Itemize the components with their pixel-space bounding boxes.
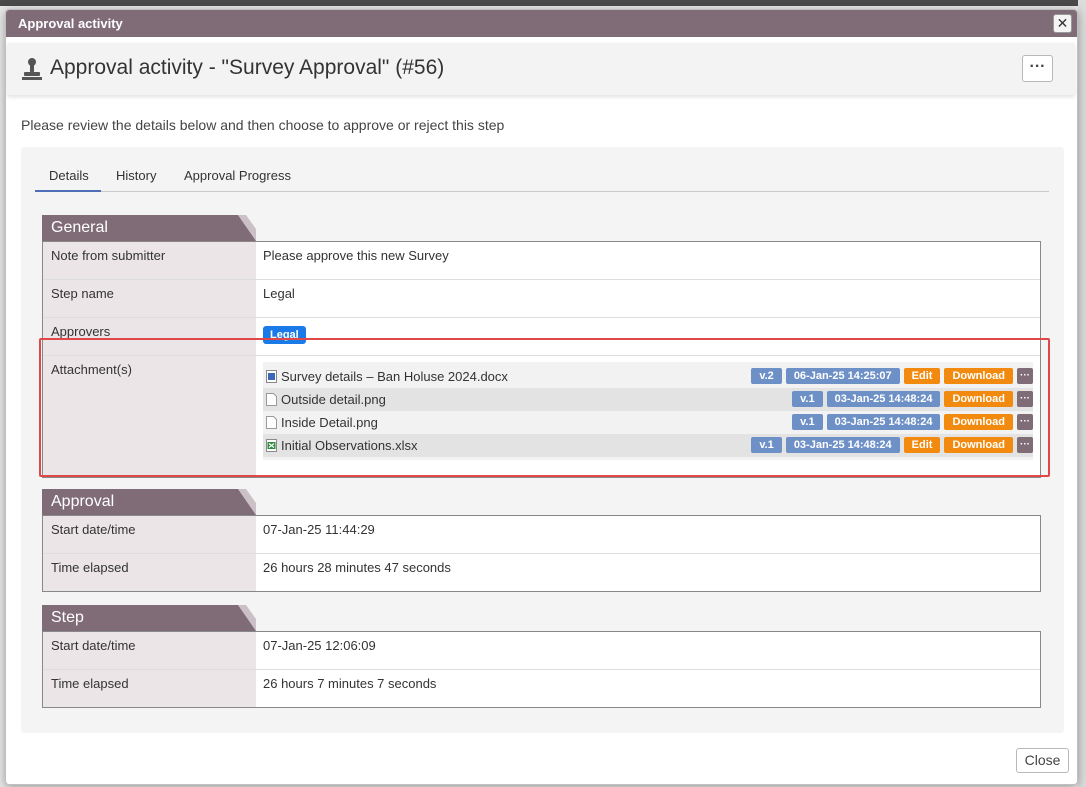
attachment-item: Survey details – Ban Holuse 2024.docx v.…	[263, 365, 1033, 388]
approval-elapsed-label: Time elapsed	[43, 554, 256, 591]
note-value: Please approve this new Survey	[263, 248, 449, 263]
word-doc-icon	[266, 370, 277, 383]
backdrop-top-strip	[0, 0, 1086, 6]
attachment-list: Survey details – Ban Holuse 2024.docx v.…	[263, 362, 1033, 460]
version-badge: v.1	[792, 414, 823, 430]
attachment-item: Outside detail.png v.1 03-Jan-25 14:48:2…	[263, 388, 1033, 411]
step-section: Step Start date/time 07-Jan-25 12:06:09 …	[42, 605, 1041, 708]
attachments-row: Attachment(s) Survey details – Ban Holus…	[43, 356, 1040, 477]
edit-button[interactable]: Edit	[903, 437, 941, 453]
download-button[interactable]: Download	[944, 414, 1013, 430]
attachments-label: Attachment(s)	[43, 356, 256, 477]
general-section-body: Note from submitter Please approve this …	[42, 241, 1041, 478]
version-badge: v.1	[751, 437, 782, 453]
dialog-titlebar: Approval activity ✕	[6, 10, 1077, 37]
attachment-actions: v.1 03-Jan-25 14:48:24 Download ···	[792, 414, 1033, 430]
close-button[interactable]: Close	[1016, 748, 1069, 773]
approvers-value: Legal	[256, 318, 1040, 355]
approver-badge[interactable]: Legal	[263, 326, 306, 344]
attachment-item: Inside Detail.png v.1 03-Jan-25 14:48:24…	[263, 411, 1033, 434]
attachment-name[interactable]: Outside detail.png	[281, 392, 386, 407]
details-panel: Details History Approval Progress Genera…	[21, 147, 1064, 733]
step-name-row: Step name Legal	[43, 280, 1040, 318]
step-elapsed-row: Time elapsed 26 hours 7 minutes 7 second…	[43, 670, 1040, 707]
date-badge: 03-Jan-25 14:48:24	[785, 437, 900, 453]
note-label: Note from submitter	[43, 242, 256, 279]
version-badge: v.2	[751, 368, 782, 384]
download-button[interactable]: Download	[944, 368, 1013, 384]
tab-bar: Details History Approval Progress	[35, 165, 1049, 192]
general-section: General Note from submitter Please appro…	[42, 215, 1041, 478]
version-badge: v.1	[792, 391, 823, 407]
dialog-window-title: Approval activity	[18, 16, 123, 31]
step-name-label: Step name	[43, 280, 256, 317]
download-button[interactable]: Download	[944, 391, 1013, 407]
general-section-title: General	[42, 215, 232, 241]
attachment-name[interactable]: Inside Detail.png	[281, 415, 378, 430]
step-section-body: Start date/time 07-Jan-25 12:06:09 Time …	[42, 631, 1041, 708]
more-icon[interactable]: ···	[1017, 437, 1033, 453]
stamp-icon	[22, 58, 42, 80]
approval-section-header: Approval	[42, 489, 1041, 515]
edit-button[interactable]: Edit	[903, 368, 941, 384]
file-icon	[266, 393, 277, 406]
section-tab-flap	[232, 489, 256, 515]
attachment-actions: v.2 06-Jan-25 14:25:07 Edit Download ···	[751, 368, 1033, 384]
approval-dialog: Approval activity ✕ Approval activity - …	[5, 9, 1078, 785]
section-tab-flap	[232, 605, 256, 631]
close-icon[interactable]: ✕	[1053, 14, 1072, 33]
step-elapsed-label: Time elapsed	[43, 670, 256, 707]
approval-elapsed-row: Time elapsed 26 hours 28 minutes 47 seco…	[43, 554, 1040, 591]
dialog-header: Approval activity - "Survey Approval" (#…	[7, 43, 1075, 95]
approval-start-row: Start date/time 07-Jan-25 11:44:29	[43, 516, 1040, 554]
note-row: Note from submitter Please approve this …	[43, 242, 1040, 280]
approval-elapsed-value: 26 hours 28 minutes 47 seconds	[263, 560, 451, 575]
approval-section-title: Approval	[42, 489, 232, 515]
attachment-name[interactable]: Initial Observations.xlsx	[281, 438, 418, 453]
step-start-value: 07-Jan-25 12:06:09	[263, 638, 376, 653]
step-section-title: Step	[42, 605, 232, 631]
excel-icon	[266, 439, 277, 452]
date-badge: 03-Jan-25 14:48:24	[826, 414, 941, 430]
more-icon[interactable]: ···	[1017, 414, 1033, 430]
step-start-row: Start date/time 07-Jan-25 12:06:09	[43, 632, 1040, 670]
step-section-header: Step	[42, 605, 1041, 631]
approval-section: Approval Start date/time 07-Jan-25 11:44…	[42, 489, 1041, 592]
tab-approval-progress[interactable]: Approval Progress	[184, 165, 291, 192]
tab-history[interactable]: History	[116, 165, 156, 192]
step-start-label: Start date/time	[43, 632, 256, 669]
backdrop-right-strip	[1078, 0, 1086, 787]
intro-text: Please review the details below and then…	[21, 117, 505, 133]
more-options-button[interactable]: ···	[1022, 55, 1053, 82]
step-elapsed-value: 26 hours 7 minutes 7 seconds	[263, 676, 437, 691]
attachment-item: Initial Observations.xlsx v.1 03-Jan-25 …	[263, 434, 1033, 457]
attachments-value: Survey details – Ban Holuse 2024.docx v.…	[256, 356, 1040, 477]
general-section-header: General	[42, 215, 1041, 241]
page-title: Approval activity - "Survey Approval" (#…	[50, 56, 445, 79]
attachment-actions: v.1 03-Jan-25 14:48:24 Download ···	[792, 391, 1033, 407]
section-tab-flap	[232, 215, 256, 241]
more-icon[interactable]: ···	[1017, 391, 1033, 407]
date-badge: 06-Jan-25 14:25:07	[785, 368, 900, 384]
approval-start-value: 07-Jan-25 11:44:29	[263, 522, 375, 537]
approvers-label: Approvers	[43, 318, 256, 355]
download-button[interactable]: Download	[944, 437, 1013, 453]
step-name-value: Legal	[263, 286, 295, 301]
tab-details[interactable]: Details	[35, 165, 101, 192]
more-icon[interactable]: ···	[1017, 368, 1033, 384]
date-badge: 03-Jan-25 14:48:24	[826, 391, 941, 407]
approvers-row: Approvers Legal	[43, 318, 1040, 356]
attachment-name[interactable]: Survey details – Ban Holuse 2024.docx	[281, 369, 508, 384]
approval-section-body: Start date/time 07-Jan-25 11:44:29 Time …	[42, 515, 1041, 592]
attachment-actions: v.1 03-Jan-25 14:48:24 Edit Download ···	[751, 437, 1033, 453]
file-icon	[266, 416, 277, 429]
approval-start-label: Start date/time	[43, 516, 256, 553]
